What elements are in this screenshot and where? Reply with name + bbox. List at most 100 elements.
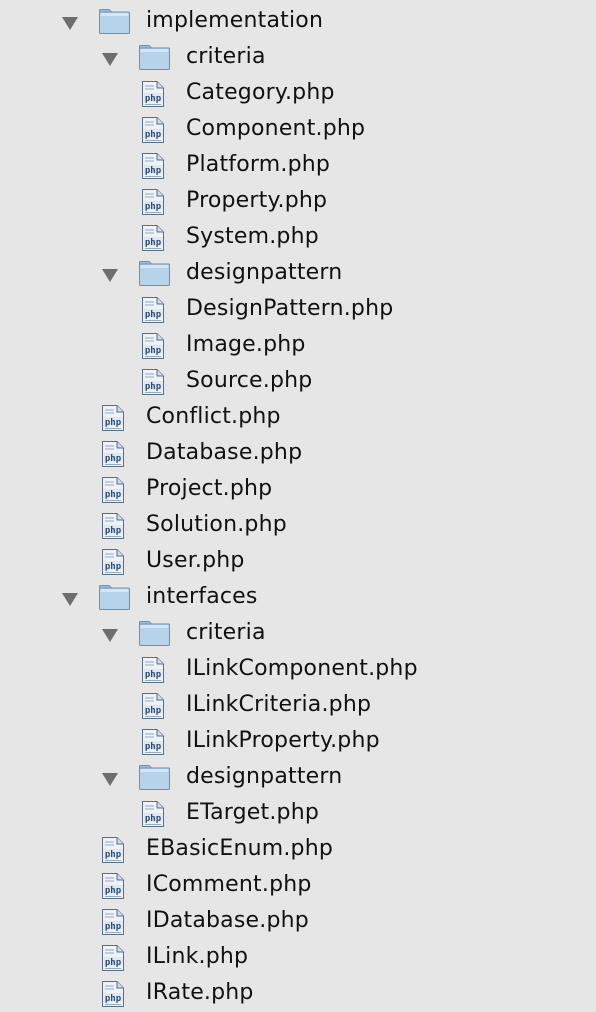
tree-file-etarget[interactable]: php ETarget.php	[0, 795, 596, 831]
folder-label: criteria	[186, 620, 266, 645]
tree-file-conflict[interactable]: php Conflict.php	[0, 399, 596, 435]
folder-icon	[138, 260, 171, 287]
tree-file-idatabase[interactable]: php IDatabase.php	[0, 903, 596, 939]
svg-text:php: php	[145, 94, 162, 104]
php-file-icon: php	[140, 332, 166, 360]
svg-text:php: php	[145, 742, 162, 752]
folder-icon	[98, 584, 131, 611]
folder-icon	[138, 764, 171, 791]
tree-file-solution[interactable]: php Solution.php	[0, 507, 596, 543]
folder-label: criteria	[186, 44, 266, 69]
tree-file-image[interactable]: php Image.php	[0, 327, 596, 363]
folder-label: implementation	[146, 8, 324, 33]
svg-text:php: php	[145, 706, 162, 716]
svg-text:php: php	[105, 418, 122, 428]
tree-file-source[interactable]: php Source.php	[0, 363, 596, 399]
file-label: IRate.php	[146, 980, 254, 1005]
svg-text:php: php	[145, 238, 162, 248]
php-file-icon: php	[140, 656, 166, 684]
svg-text:php: php	[145, 346, 162, 356]
tree-file-ilinkcomponent[interactable]: php ILinkComponent.php	[0, 651, 596, 687]
tree-file-ebasicenum[interactable]: php EBasicEnum.php	[0, 831, 596, 867]
php-file-icon: php	[140, 224, 166, 252]
tree-file-property[interactable]: php Property.php	[0, 183, 596, 219]
tree-file-project[interactable]: php Project.php	[0, 471, 596, 507]
tree-file-ilinkproperty[interactable]: php ILinkProperty.php	[0, 723, 596, 759]
file-label: Solution.php	[146, 512, 287, 537]
svg-text:php: php	[145, 310, 162, 320]
svg-text:php: php	[105, 886, 122, 896]
tree-folder-designpattern[interactable]: designpattern	[0, 255, 596, 291]
file-label: ILinkComponent.php	[186, 656, 418, 681]
disclosure-triangle-expanded-icon[interactable]	[102, 773, 118, 786]
tree-file-ilink[interactable]: php ILink.php	[0, 939, 596, 975]
php-file-icon: php	[100, 944, 126, 972]
tree-file-user[interactable]: php User.php	[0, 543, 596, 579]
svg-text:php: php	[105, 562, 122, 572]
folder-icon	[98, 8, 131, 35]
php-file-icon: php	[100, 980, 126, 1008]
tree-file-designpattern[interactable]: php DesignPattern.php	[0, 291, 596, 327]
disclosure-triangle-expanded-icon[interactable]	[102, 629, 118, 642]
tree-file-irate[interactable]: php IRate.php	[0, 975, 596, 1011]
svg-text:php: php	[145, 814, 162, 824]
file-label: User.php	[146, 548, 245, 573]
svg-text:php: php	[105, 454, 122, 464]
file-label: ILink.php	[146, 944, 249, 969]
svg-text:php: php	[105, 958, 122, 968]
tree-file-ilinkcriteria[interactable]: php ILinkCriteria.php	[0, 687, 596, 723]
tree-file-icomment[interactable]: php IComment.php	[0, 867, 596, 903]
file-label: DesignPattern.php	[186, 296, 394, 321]
tree-file-category[interactable]: php Category.php	[0, 75, 596, 111]
php-file-icon: php	[140, 728, 166, 756]
disclosure-triangle-expanded-icon[interactable]	[62, 593, 78, 606]
php-file-icon: php	[100, 404, 126, 432]
file-label: IComment.php	[146, 872, 312, 897]
file-label: ILinkCriteria.php	[186, 692, 372, 717]
tree-file-database[interactable]: php Database.php	[0, 435, 596, 471]
folder-icon	[138, 620, 171, 647]
file-label: Component.php	[186, 116, 366, 141]
php-file-icon: php	[140, 692, 166, 720]
php-file-icon: php	[140, 368, 166, 396]
tree-file-component[interactable]: php Component.php	[0, 111, 596, 147]
php-file-icon: php	[140, 80, 166, 108]
folder-icon	[138, 44, 171, 71]
php-file-icon: php	[100, 908, 126, 936]
svg-text:php: php	[145, 670, 162, 680]
php-file-icon: php	[140, 188, 166, 216]
disclosure-triangle-expanded-icon[interactable]	[62, 17, 78, 30]
php-file-icon: php	[100, 836, 126, 864]
svg-text:php: php	[105, 490, 122, 500]
file-label: Platform.php	[186, 152, 331, 177]
file-label: System.php	[186, 224, 319, 249]
file-label: Category.php	[186, 80, 335, 105]
file-tree: implementation criteria php Category.php php…	[0, 0, 596, 1012]
php-file-icon: php	[100, 476, 126, 504]
tree-file-platform[interactable]: php Platform.php	[0, 147, 596, 183]
php-file-icon: php	[100, 512, 126, 540]
svg-text:php: php	[145, 382, 162, 392]
tree-folder-criteria[interactable]: criteria	[0, 615, 596, 651]
disclosure-triangle-expanded-icon[interactable]	[102, 269, 118, 282]
folder-label: interfaces	[146, 584, 258, 609]
php-file-icon: php	[100, 872, 126, 900]
folder-label: designpattern	[186, 764, 343, 789]
tree-folder-criteria[interactable]: criteria	[0, 39, 596, 75]
file-label: ETarget.php	[186, 800, 320, 825]
svg-text:php: php	[145, 166, 162, 176]
file-label: Source.php	[186, 368, 313, 393]
svg-text:php: php	[105, 922, 122, 932]
svg-text:php: php	[105, 994, 122, 1004]
svg-text:php: php	[105, 526, 122, 536]
tree-folder-implementation[interactable]: implementation	[0, 3, 596, 39]
php-file-icon: php	[140, 152, 166, 180]
disclosure-triangle-expanded-icon[interactable]	[102, 53, 118, 66]
file-label: ILinkProperty.php	[186, 728, 380, 753]
tree-folder-interfaces[interactable]: interfaces	[0, 579, 596, 615]
tree-file-system[interactable]: php System.php	[0, 219, 596, 255]
file-label: Database.php	[146, 440, 303, 465]
php-file-icon: php	[140, 116, 166, 144]
php-file-icon: php	[100, 440, 126, 468]
tree-folder-designpattern[interactable]: designpattern	[0, 759, 596, 795]
